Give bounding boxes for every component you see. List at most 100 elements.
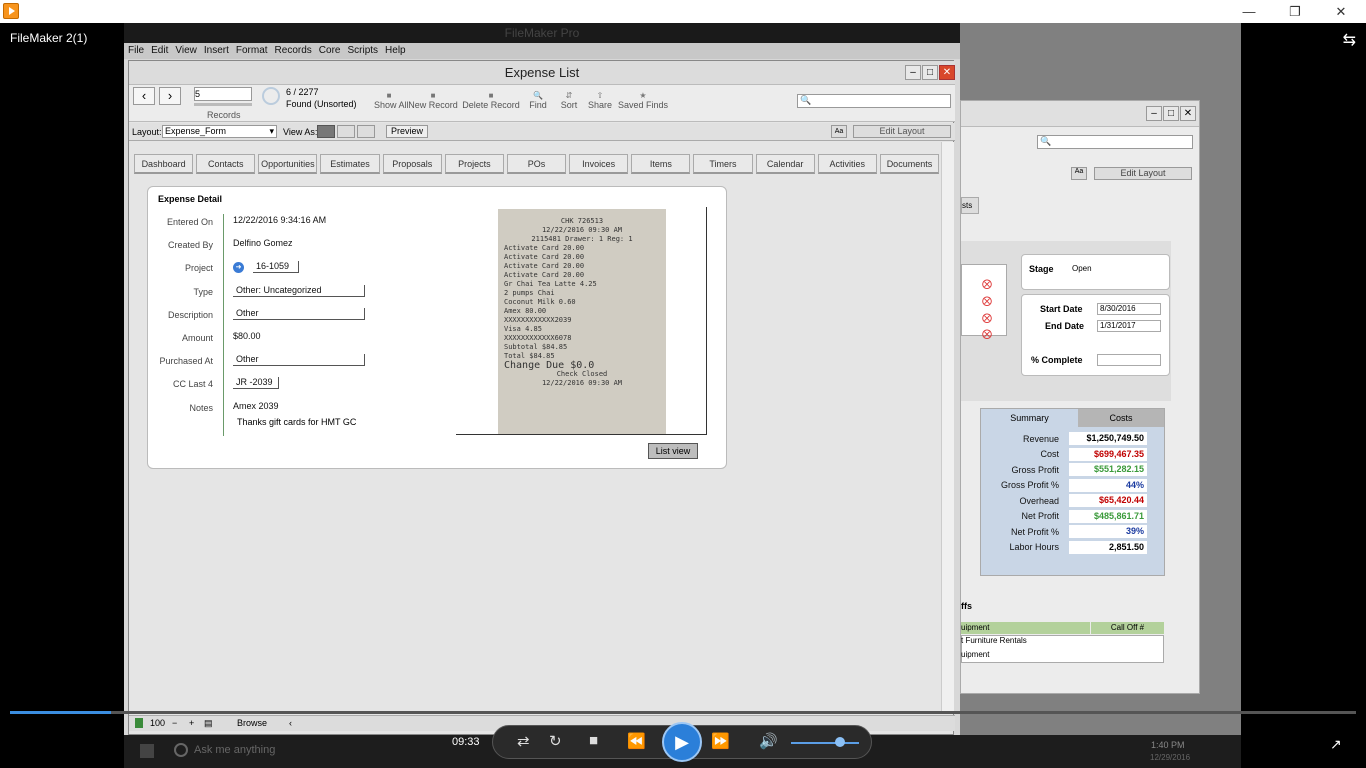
toolbar-button-new-record[interactable]: ■ New Record — [408, 91, 458, 110]
tab-costs-partial[interactable]: sts — [961, 197, 979, 214]
menu-item-core[interactable]: Core — [319, 43, 341, 59]
field-value-cc-last-4[interactable]: JR -2039 — [233, 377, 279, 390]
fullscreen-icon[interactable]: ↗ — [1330, 736, 1342, 753]
stage-value[interactable]: Open — [1072, 264, 1092, 273]
minimize-icon[interactable]: – — [905, 65, 921, 80]
tab-invoices[interactable]: Invoices — [569, 154, 629, 174]
seek-bar[interactable] — [10, 711, 1356, 714]
tab-projects[interactable]: Projects — [444, 154, 504, 174]
volume-icon[interactable]: 🔊 — [759, 732, 778, 750]
delete-icon[interactable]: ⨂ — [982, 296, 992, 307]
delete-icon[interactable]: ⨂ — [982, 313, 992, 324]
tab-summary[interactable]: Summary — [981, 409, 1078, 427]
form-view-button[interactable] — [317, 125, 335, 138]
rewind-icon[interactable]: ⏪ — [627, 732, 646, 750]
toolbar-button-sort[interactable]: ⇵ Sort — [556, 91, 582, 110]
menu-item-help[interactable]: Help — [385, 43, 406, 59]
field-value-type[interactable]: Other: Uncategorized — [233, 284, 365, 297]
tab-proposals[interactable]: Proposals — [382, 154, 442, 174]
close-icon[interactable]: ✕ — [1180, 106, 1196, 121]
collapse-icon[interactable]: ⇆ — [1343, 30, 1356, 50]
stop-icon[interactable]: ■ — [589, 732, 598, 749]
repeat-icon[interactable]: ↻ — [549, 732, 562, 750]
search-input[interactable]: 🔍 — [1037, 135, 1193, 149]
zoom-level[interactable]: 100 — [150, 718, 165, 728]
maximize-icon[interactable]: □ — [1163, 106, 1179, 121]
toolbar-button-show-all[interactable]: ■ Show All — [374, 91, 409, 110]
preview-button[interactable]: Preview — [386, 125, 428, 138]
mode-indicator[interactable]: Browse — [237, 718, 267, 728]
field-value-created-by[interactable]: Delfino Gomez — [233, 238, 293, 248]
lock-icon[interactable] — [135, 718, 143, 728]
field-value-project[interactable]: 16-1059 — [253, 261, 299, 274]
field-value-notes[interactable]: Amex 2039 — [233, 401, 279, 411]
font-size-button[interactable]: Aa — [831, 125, 847, 138]
next-record-button[interactable]: › — [159, 87, 181, 105]
search-box[interactable]: Ask me anything — [194, 744, 275, 756]
menu-item-records[interactable]: Records — [275, 43, 312, 59]
tab-contacts[interactable]: Contacts — [196, 154, 256, 174]
tab-items[interactable]: Items — [631, 154, 691, 174]
field-value-description[interactable]: Other — [233, 307, 365, 320]
delete-icon[interactable]: ⨂ — [982, 329, 992, 340]
tab-activities[interactable]: Activities — [817, 154, 877, 174]
table-view-button[interactable] — [357, 125, 375, 138]
quick-find-input[interactable]: 🔍 — [797, 94, 951, 108]
menu-item-file[interactable]: File — [128, 43, 144, 59]
previous-record-button[interactable]: ‹ — [133, 87, 155, 105]
start-icon[interactable] — [140, 744, 154, 758]
font-size-button[interactable]: Aa — [1071, 167, 1087, 180]
record-number-input[interactable] — [194, 87, 252, 101]
restore-button[interactable]: ❐ — [1272, 0, 1318, 23]
close-icon[interactable]: ✕ — [939, 65, 955, 80]
minimize-icon[interactable]: – — [1146, 106, 1162, 121]
cortana-icon[interactable] — [174, 743, 188, 757]
toolbar-button-share[interactable]: ⇧ Share — [586, 91, 614, 110]
offs-row[interactable]: uipment — [961, 650, 989, 659]
edit-layout-button[interactable]: Edit Layout — [853, 125, 951, 138]
toolbar-button-saved-finds[interactable]: ★ Saved Finds — [618, 91, 668, 110]
zoom-in-icon[interactable]: + — [189, 718, 194, 728]
menu-item-view[interactable]: View — [175, 43, 197, 59]
delete-icon[interactable]: ⨂ — [982, 279, 992, 290]
list-view-button[interactable]: List view — [648, 443, 698, 459]
toolbar-button-delete-record[interactable]: ■ Delete Record — [462, 91, 520, 110]
play-button[interactable]: ▶ — [662, 722, 702, 762]
shuffle-icon[interactable]: ⇄ — [517, 732, 530, 750]
record-slider[interactable] — [194, 103, 252, 106]
start-date-field[interactable]: 8/30/2016 — [1097, 303, 1161, 315]
layout-select[interactable]: Expense_Form ▾ — [162, 125, 277, 138]
field-value-entered-on[interactable]: 12/22/2016 9:34:16 AM — [233, 215, 326, 225]
go-to-project-icon[interactable]: ➜ — [233, 262, 244, 274]
list-view-button[interactable] — [337, 125, 355, 138]
tab-documents[interactable]: Documents — [879, 154, 940, 174]
volume-thumb[interactable] — [835, 737, 845, 747]
tab-pos[interactable]: POs — [506, 154, 567, 174]
percent-complete-field[interactable] — [1097, 354, 1161, 366]
toolbar-button-find[interactable]: 🔍 Find — [524, 91, 552, 110]
scroll-left-icon[interactable]: ‹ — [289, 718, 292, 728]
tab-calendar[interactable]: Calendar — [755, 154, 815, 174]
tab-opportunities[interactable]: Opportunities — [258, 154, 318, 174]
field-value-purchased-at[interactable]: Other — [233, 354, 365, 367]
menu-item-format[interactable]: Format — [236, 43, 268, 59]
toolbar-toggle-icon[interactable]: ▤ — [204, 718, 213, 729]
menu-item-scripts[interactable]: Scripts — [347, 43, 378, 59]
tab-timers[interactable]: Timers — [693, 154, 753, 174]
menu-item-edit[interactable]: Edit — [151, 43, 168, 59]
field-value-amount[interactable]: $80.00 — [233, 331, 261, 341]
tab-costs[interactable]: Costs — [1078, 409, 1164, 427]
tab-estimates[interactable]: Estimates — [320, 154, 380, 174]
zoom-out-icon[interactable]: − — [172, 718, 177, 728]
tab-dashboard[interactable]: Dashboard — [134, 154, 194, 174]
minimize-button[interactable]: — — [1226, 0, 1272, 23]
maximize-icon[interactable]: □ — [922, 65, 938, 80]
fast-forward-icon[interactable]: ⏩ — [711, 732, 730, 750]
close-button[interactable]: ✕ — [1318, 0, 1364, 23]
end-date-field[interactable]: 1/31/2017 — [1097, 320, 1161, 332]
offs-row[interactable]: t Furniture Rentals — [961, 636, 1027, 645]
edit-layout-button[interactable]: Edit Layout — [1094, 167, 1192, 180]
menu-item-insert[interactable]: Insert — [204, 43, 229, 59]
volume-slider[interactable] — [791, 742, 859, 744]
vertical-scrollbar[interactable] — [941, 142, 954, 714]
